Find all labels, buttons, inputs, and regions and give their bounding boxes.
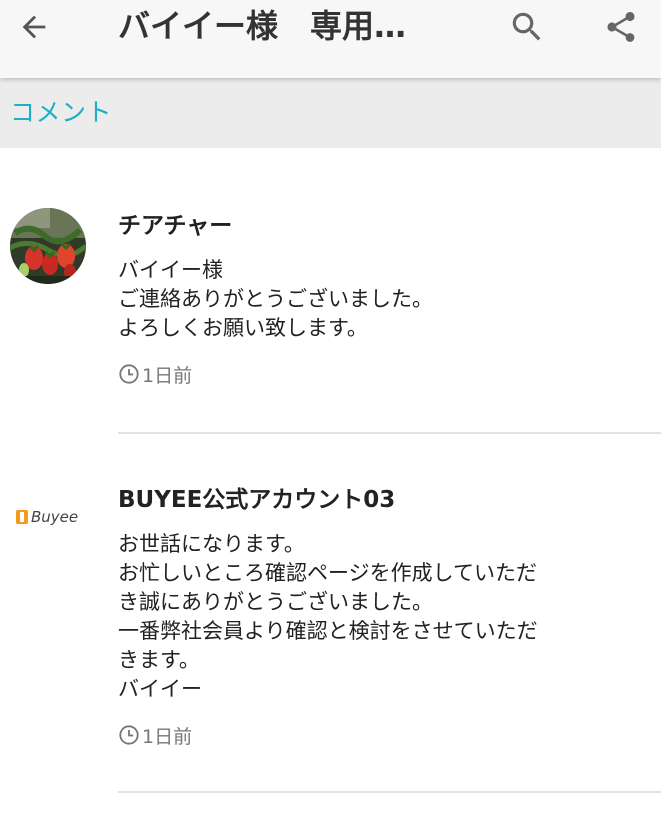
section-label: コメント [10, 98, 113, 127]
share-icon [607, 11, 635, 42]
timestamp-text: 1日前 [142, 364, 193, 387]
share-button[interactable] [597, 3, 645, 51]
back-button[interactable] [10, 3, 58, 51]
app-screen: バイイー様 専用… コメント チアチャー バイイー様 ご連絡ありがとうございまし… [0, 0, 661, 823]
message-line: お世話になります。 [118, 532, 305, 556]
comments-section-header: コメント [0, 78, 661, 148]
message-line: バイイー様 [118, 258, 223, 282]
app-bar: バイイー様 専用… [0, 0, 661, 78]
clock-icon [119, 364, 139, 384]
message-line: ご連絡ありがとうございました。 [118, 287, 433, 311]
buyee-logo[interactable]: Buyee [16, 508, 78, 526]
comment-body: チアチャー バイイー様 ご連絡ありがとうございました。 よろしくお願い致します。… [118, 210, 638, 387]
timestamp-text: 1日前 [142, 725, 193, 748]
comment-divider [118, 432, 661, 434]
buyee-bag-icon [16, 510, 28, 524]
message-line: きます。 [118, 648, 200, 672]
message-line: バイイー [118, 677, 202, 701]
buyee-logo-text: Buyee [31, 508, 79, 526]
comment-message: お世話になります。 お忙しいところ確認ページを作成していただ き誠にありがとうご… [118, 530, 638, 704]
search-button[interactable] [503, 3, 551, 51]
comment-divider [118, 791, 661, 793]
strawberry-avatar-image [10, 208, 86, 284]
comment-timestamp: 1日前 [118, 722, 638, 748]
message-line: 一番弊社会員より確認と検討をさせていただ [118, 619, 538, 643]
comment-author[interactable]: チアチャー [118, 210, 638, 242]
comment-message: バイイー様 ご連絡ありがとうございました。 よろしくお願い致します。 [118, 256, 638, 343]
arrow-left-icon [22, 15, 46, 39]
comment-timestamp: 1日前 [118, 361, 638, 387]
comment-body: BUYEE公式アカウント03 お世話になります。 お忙しいところ確認ページを作成… [118, 484, 638, 748]
comment-author[interactable]: BUYEE公式アカウント03 [118, 484, 638, 516]
page-title: バイイー様 専用… [118, 7, 407, 45]
message-line: お忙しいところ確認ページを作成していただ [118, 561, 537, 585]
clock-icon [119, 725, 139, 745]
user-avatar[interactable] [10, 208, 86, 284]
message-line: き誠にありがとうございました。 [118, 590, 433, 614]
search-icon [512, 12, 541, 41]
message-line: よろしくお願い致します。 [118, 316, 368, 340]
